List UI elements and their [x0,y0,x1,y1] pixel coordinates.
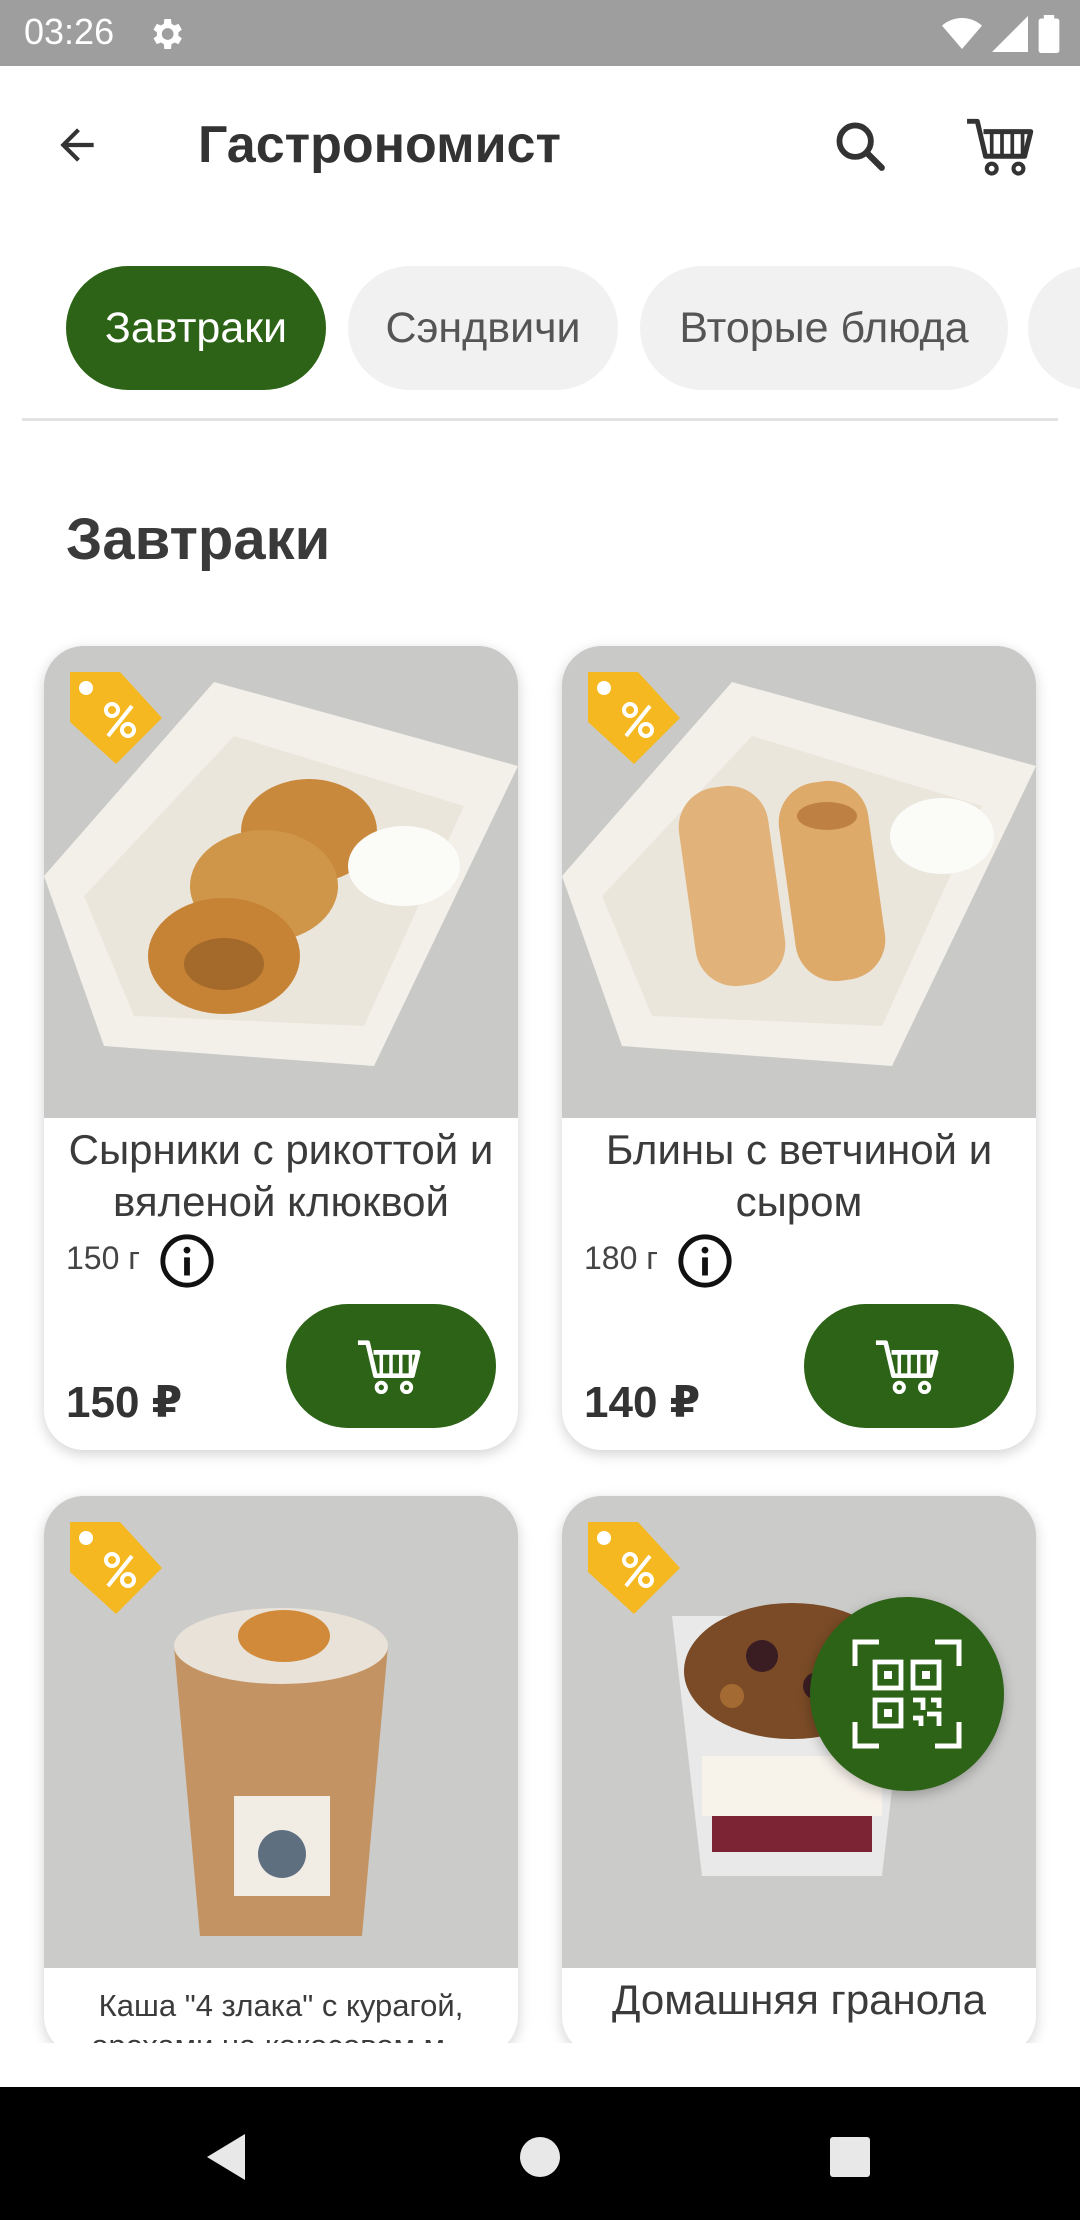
battery-icon [1038,15,1060,53]
nav-recents-button[interactable] [810,2117,890,2197]
sale-tag-icon [588,672,680,764]
product-weight: 180 г [584,1240,658,1276]
qr-code-icon [852,1639,962,1749]
info-icon[interactable] [676,1232,734,1290]
product-name: Домашняя гранола [611,1976,987,2023]
app-bar: Гастрономист [0,66,1080,224]
product-name: Сырники с рикоттой и вяленой клюквой [68,1126,494,1225]
settings-gear-icon [153,19,182,49]
status-time: 03:26 [24,11,115,52]
product-card[interactable]: Каша "4 злака" с курагой, орехами на кок… [44,1496,518,2056]
product-card[interactable]: Домашняя гранола [562,1496,1036,2056]
add-to-cart-button[interactable] [804,1304,1014,1428]
sale-tag-icon [70,672,162,764]
search-icon [836,122,885,171]
product-image [44,646,518,1118]
recents-square-icon [830,2137,870,2177]
product-card[interactable]: Блины с ветчиной и сыром 180 г 140 ₽ [562,646,1036,1450]
add-to-cart-button[interactable] [286,1304,496,1428]
tab-breakfasts[interactable]: Завтраки [66,266,326,390]
product-price: 140 ₽ [584,1378,701,1427]
cart-icon [967,118,1034,176]
sale-tag-icon [70,1522,162,1614]
signal-icon [992,16,1028,52]
category-tabs: Завтраки Сэндвичи Вторые блюда [0,266,1080,392]
cart-icon [357,1340,421,1395]
product-price: 150 ₽ [66,1378,183,1427]
info-icon[interactable] [158,1232,216,1290]
status-bar: 03:26 [0,0,1080,66]
system-navigation-bar [0,2087,1080,2220]
wifi-icon [942,18,982,49]
product-name: Блины с ветчиной и сыром [605,1126,993,1225]
search-button[interactable] [822,108,898,184]
back-triangle-icon [207,2134,245,2180]
back-arrow-icon [60,128,94,162]
product-card[interactable]: Сырники с рикоттой и вяленой клюквой 150… [44,646,518,1450]
product-name-line: Каша "4 злака" с курагой, [98,1988,464,2023]
qr-scan-button[interactable] [810,1597,1004,1791]
bottom-spacer [0,2043,1080,2087]
divider [22,418,1058,421]
section-title: Завтраки [66,507,331,572]
tab-next-category[interactable] [1028,266,1080,390]
cart-button[interactable] [960,104,1044,188]
page-title: Гастрономист [198,116,561,174]
tab-main-dishes[interactable]: Вторые блюда [640,266,1008,390]
product-image [44,1496,518,1968]
nav-back-button[interactable] [186,2117,266,2197]
product-image [562,646,1036,1118]
status-icons [942,14,1060,54]
product-weight: 150 г [66,1240,140,1276]
nav-home-button[interactable] [500,2117,580,2197]
sale-tag-icon [588,1522,680,1614]
back-button[interactable] [44,112,110,178]
tab-sandwiches[interactable]: Сэндвичи [348,266,618,390]
home-circle-icon [520,2137,560,2177]
cart-icon [875,1340,939,1395]
